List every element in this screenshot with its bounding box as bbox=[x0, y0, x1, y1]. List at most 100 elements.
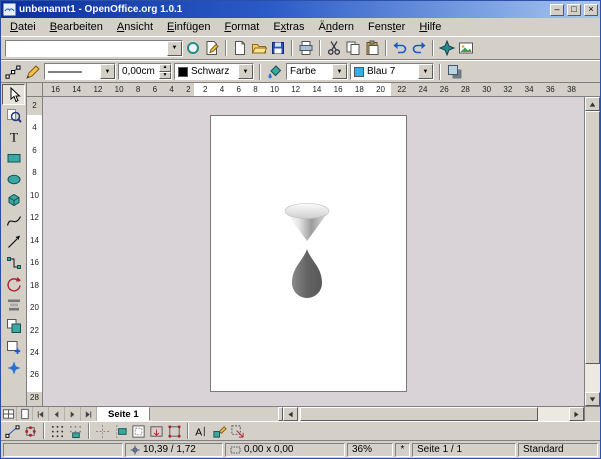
show-guides-toggle[interactable] bbox=[94, 423, 111, 439]
modify-attributes-toggle[interactable] bbox=[211, 423, 228, 439]
menu-label-pre: Ä bbox=[319, 21, 326, 33]
snap-to-guides-toggle[interactable] bbox=[112, 423, 129, 439]
vertical-scrollbar[interactable] bbox=[584, 97, 600, 406]
tool-ellipse[interactable] bbox=[2, 168, 25, 189]
redo-button[interactable] bbox=[410, 39, 428, 57]
tool-text[interactable]: T bbox=[2, 126, 25, 147]
stop-loading-button[interactable] bbox=[184, 39, 202, 57]
menu-item[interactable]: Ansicht bbox=[110, 19, 160, 35]
spin-up-icon[interactable]: ▲ bbox=[159, 64, 171, 72]
url-combobox[interactable]: ▼ bbox=[5, 40, 183, 57]
print-button[interactable] bbox=[297, 39, 315, 57]
combo-dropdown-icon[interactable]: ▼ bbox=[100, 64, 115, 79]
snap-to-border-toggle[interactable] bbox=[148, 423, 165, 439]
line-width-field[interactable]: 0,00cm ▲ ▼ bbox=[118, 63, 172, 80]
line-button[interactable] bbox=[24, 63, 42, 81]
cut-button[interactable] bbox=[325, 39, 343, 57]
combo-dropdown-icon[interactable]: ▼ bbox=[238, 64, 253, 79]
vertical-scroll-track[interactable] bbox=[585, 111, 600, 392]
menu-item[interactable]: Einfügen bbox=[160, 19, 217, 35]
edit-points-toggle[interactable] bbox=[4, 423, 21, 439]
text-icon: T bbox=[6, 129, 22, 145]
drawing-canvas[interactable] bbox=[43, 97, 584, 406]
ruler-row: 1614121086422468101214161820222426283032… bbox=[27, 83, 600, 97]
snap-to-points-toggle[interactable] bbox=[166, 423, 183, 439]
shadow-button[interactable] bbox=[446, 63, 464, 81]
edit-points-button[interactable] bbox=[4, 63, 22, 81]
line-color-combobox[interactable]: Schwarz ▼ bbox=[174, 63, 254, 80]
close-button[interactable]: × bbox=[584, 4, 598, 16]
new-document-button[interactable] bbox=[231, 39, 249, 57]
tool-select[interactable] bbox=[2, 84, 25, 105]
fill-style-combobox[interactable]: Farbe ▼ bbox=[286, 63, 348, 80]
vertical-ruler[interactable]: 246810121416182022242628 bbox=[27, 97, 43, 406]
status-page-field[interactable]: Seite 1 / 1 bbox=[412, 443, 516, 457]
tool-lines-arrows[interactable] bbox=[2, 231, 25, 252]
status-zoom-field[interactable]: 36% bbox=[347, 443, 393, 457]
combo-dropdown-icon[interactable]: ▼ bbox=[332, 64, 347, 79]
scroll-down-icon[interactable] bbox=[585, 392, 600, 406]
menu-item[interactable]: Hilfe bbox=[412, 19, 448, 35]
undo-button[interactable] bbox=[391, 39, 409, 57]
status-size-field[interactable]: 0,00 x 0,00 bbox=[225, 443, 345, 457]
next-page-button[interactable] bbox=[65, 407, 81, 421]
url-input[interactable] bbox=[6, 42, 167, 55]
combo-dropdown-icon[interactable]: ▼ bbox=[167, 41, 182, 56]
horizontal-ruler[interactable]: 1614121086422468101214161820222426283032… bbox=[43, 83, 584, 97]
first-page-button[interactable] bbox=[33, 407, 49, 421]
status-position-field[interactable]: 10,39 / 1,72 bbox=[125, 443, 223, 457]
tab-seite-1[interactable]: Seite 1 bbox=[97, 407, 150, 421]
line-style-combobox[interactable]: ▼ bbox=[44, 63, 116, 80]
menu-item[interactable]: Fenster bbox=[361, 19, 412, 35]
tool-alignment[interactable] bbox=[2, 294, 25, 315]
tool-rotate[interactable] bbox=[2, 273, 25, 294]
area-style-button[interactable] bbox=[266, 63, 284, 81]
edit-file-button[interactable] bbox=[203, 39, 221, 57]
save-button[interactable] bbox=[269, 39, 287, 57]
tool-effects[interactable] bbox=[2, 357, 25, 378]
menu-item[interactable]: Extras bbox=[266, 19, 311, 35]
glue-points-toggle[interactable] bbox=[22, 423, 39, 439]
tool-arrange[interactable] bbox=[2, 315, 25, 336]
funnel-drop-shape[interactable] bbox=[278, 201, 336, 306]
scroll-up-icon[interactable] bbox=[585, 97, 600, 111]
gallery-button[interactable] bbox=[457, 39, 475, 57]
quick-edit-toggle[interactable]: A bbox=[193, 423, 210, 439]
tool-zoom[interactable] bbox=[2, 105, 25, 126]
horizontal-scroll-thumb[interactable] bbox=[300, 407, 539, 421]
last-page-button[interactable] bbox=[81, 407, 97, 421]
minimize-button[interactable]: – bbox=[550, 4, 564, 16]
status-template-field[interactable]: Standard bbox=[518, 443, 598, 457]
tool-3d-objects[interactable] bbox=[2, 189, 25, 210]
fill-color-combobox[interactable]: Blau 7 ▼ bbox=[350, 63, 434, 80]
grid-view-button[interactable] bbox=[1, 407, 17, 421]
tool-curve[interactable] bbox=[2, 210, 25, 231]
open-button[interactable] bbox=[250, 39, 268, 57]
maximize-button[interactable]: □ bbox=[567, 4, 581, 16]
vertical-scroll-thumb[interactable] bbox=[585, 111, 600, 364]
page[interactable] bbox=[210, 115, 407, 392]
horizontal-scrollbar[interactable] bbox=[283, 407, 584, 421]
snap-to-grid-toggle[interactable] bbox=[67, 423, 84, 439]
page-view-button[interactable] bbox=[17, 407, 33, 421]
menu-item[interactable]: Ändern bbox=[312, 19, 362, 35]
paste-button[interactable] bbox=[363, 39, 381, 57]
exit-all-groups-button[interactable] bbox=[229, 423, 246, 439]
show-grid-toggle[interactable] bbox=[49, 423, 66, 439]
tool-connector[interactable] bbox=[2, 252, 25, 273]
combo-dropdown-icon[interactable]: ▼ bbox=[418, 64, 433, 79]
menu-item[interactable]: Datei bbox=[3, 19, 43, 35]
tool-rectangle[interactable] bbox=[2, 147, 25, 168]
snap-to-margins-toggle[interactable] bbox=[130, 423, 147, 439]
copy-button[interactable] bbox=[344, 39, 362, 57]
horizontal-scroll-track[interactable] bbox=[298, 407, 569, 421]
scroll-left-icon[interactable] bbox=[283, 407, 298, 421]
tool-insert[interactable] bbox=[2, 336, 25, 357]
navigator-button[interactable] bbox=[438, 39, 456, 57]
menu-item[interactable]: Format bbox=[217, 19, 266, 35]
scroll-right-icon[interactable] bbox=[569, 407, 584, 421]
menu-item[interactable]: Bearbeiten bbox=[43, 19, 110, 35]
previous-page-button[interactable] bbox=[49, 407, 65, 421]
spin-down-icon[interactable]: ▼ bbox=[159, 72, 171, 80]
titlebar[interactable]: unbenannt1 - OpenOffice.org 1.0.1 – □ × bbox=[1, 1, 600, 18]
